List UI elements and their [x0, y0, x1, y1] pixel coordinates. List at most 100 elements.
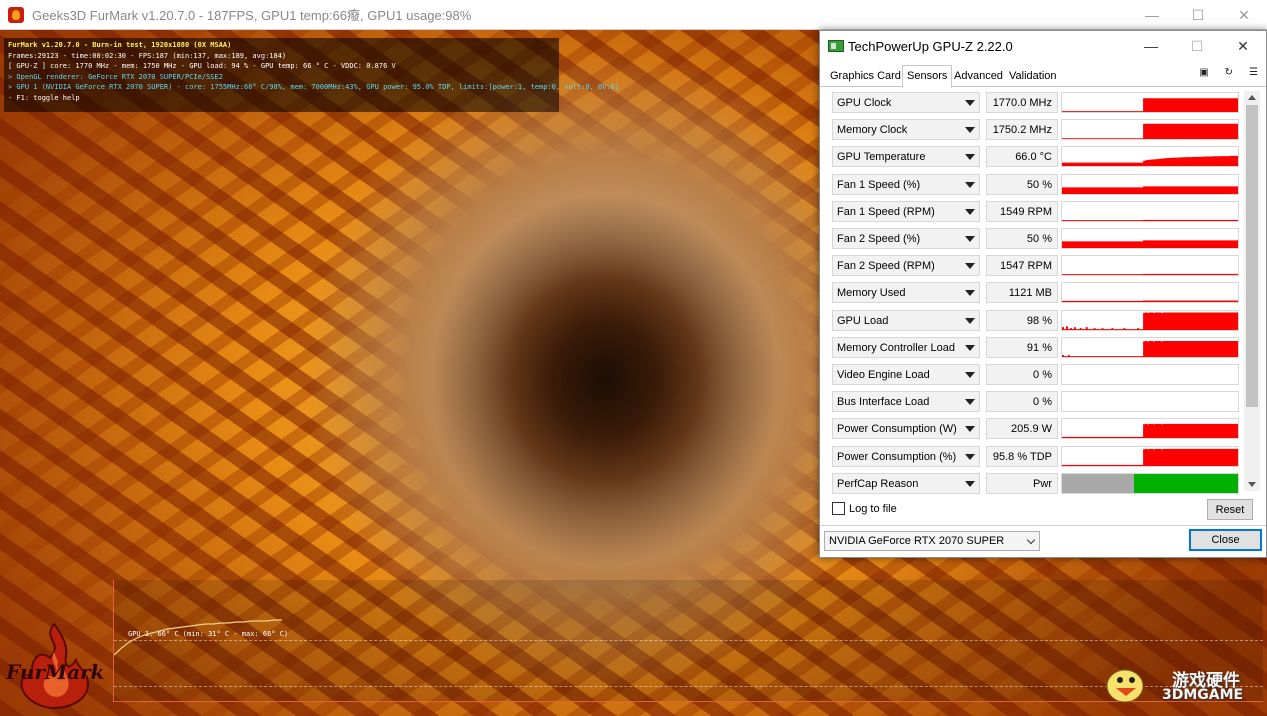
sensor-value: 1549 RPM	[986, 201, 1058, 222]
sensor-scrollbar[interactable]	[1244, 91, 1260, 491]
gpu-temperature-graph: GPU 1: 66° C (min: 31° C - max: 66° C)	[113, 580, 1263, 702]
sensor-graph-svg	[1062, 240, 1238, 248]
dropdown-arrow-icon	[965, 454, 975, 460]
close-icon[interactable]: ✕	[1221, 0, 1267, 30]
camera-icon[interactable]: ▣	[1199, 67, 1208, 78]
tab-sensors[interactable]: Sensors	[902, 65, 953, 88]
tab-graphics-card[interactable]: Graphics Card	[826, 67, 905, 87]
close-icon[interactable]: ✕	[1220, 31, 1266, 61]
sensor-row: GPU Temperature 66.0 °C	[830, 145, 1248, 169]
tab-advanced[interactable]: Advanced	[950, 67, 1007, 87]
sensor-graph-svg	[1062, 365, 1238, 384]
sensor-name-dropdown[interactable]: GPU Load	[832, 310, 980, 331]
sensor-row: GPU Load 98 %	[830, 309, 1248, 333]
overlay-line: - F1: toggle help	[8, 93, 80, 102]
sensor-history-graph	[1061, 473, 1239, 494]
scroll-up-icon[interactable]	[1248, 95, 1256, 100]
sensor-history-graph	[1061, 146, 1239, 167]
sensor-name-dropdown[interactable]: Power Consumption (W)	[832, 418, 980, 439]
sensor-graph-svg	[1062, 392, 1238, 411]
sensor-name: Memory Controller Load	[837, 342, 955, 354]
gpuz-app-icon	[828, 40, 844, 52]
graph-gridline	[114, 640, 1263, 641]
temperature-line-svg	[114, 619, 282, 656]
minimize-icon[interactable]: —	[1128, 31, 1174, 61]
scroll-down-icon[interactable]	[1248, 482, 1256, 487]
sensor-row: Video Engine Load 0 %	[830, 363, 1248, 387]
dropdown-arrow-icon	[965, 209, 975, 215]
temperature-line	[114, 619, 282, 656]
sensor-name-dropdown[interactable]: GPU Temperature	[832, 146, 980, 167]
maximize-icon[interactable]: ☐	[1174, 31, 1220, 61]
sensor-value: 98 %	[986, 310, 1058, 331]
sensor-history-area	[1062, 123, 1238, 139]
sensor-history-graph	[1061, 337, 1239, 358]
sensor-name-dropdown[interactable]: Fan 1 Speed (RPM)	[832, 201, 980, 222]
sensor-history-graph	[1061, 282, 1239, 303]
gpu-select-dropdown[interactable]: NVIDIA GeForce RTX 2070 SUPER	[824, 531, 1040, 551]
log-to-file-option[interactable]: Log to file	[832, 502, 897, 515]
sensor-name-dropdown[interactable]: Bus Interface Load	[832, 391, 980, 412]
scrollbar-thumb[interactable]	[1246, 105, 1258, 407]
sensor-name: Power Consumption (W)	[837, 423, 957, 435]
sensor-name-dropdown[interactable]: PerfCap Reason	[832, 473, 980, 494]
dropdown-arrow-icon	[965, 263, 975, 269]
sensor-name: Memory Clock	[837, 124, 908, 136]
furmark-window-controls: — ☐ ✕	[1129, 0, 1267, 30]
sensor-graph-svg	[1062, 341, 1238, 357]
reset-button[interactable]: Reset	[1207, 499, 1253, 520]
sensor-row: Power Consumption (W) 205.9 W	[830, 417, 1248, 441]
sensor-graph-svg	[1062, 186, 1238, 194]
sensor-history-area	[1062, 186, 1238, 194]
sensor-graph-svg	[1062, 273, 1238, 275]
perfcap-idle-segment	[1062, 474, 1134, 493]
dropdown-arrow-icon	[965, 290, 975, 296]
furmark-app-icon	[8, 6, 24, 23]
maximize-icon[interactable]: ☐	[1175, 0, 1221, 30]
close-button[interactable]: Close	[1189, 529, 1262, 551]
refresh-icon[interactable]: ↻	[1225, 67, 1233, 78]
chevron-down-icon	[1026, 535, 1036, 545]
log-to-file-checkbox[interactable]	[832, 502, 845, 515]
sensor-name: Bus Interface Load	[837, 396, 930, 408]
sensor-graph-svg	[1062, 98, 1238, 112]
overlay-line: > OpenGL renderer: GeForce RTX 2070 SUPE…	[8, 72, 223, 81]
sensor-name-dropdown[interactable]: Memory Controller Load	[832, 337, 980, 358]
sensor-name-dropdown[interactable]: Memory Used	[832, 282, 980, 303]
sensor-value: 1770.0 MHz	[986, 92, 1058, 113]
gpuz-titlebar[interactable]: TechPowerUp GPU-Z 2.22.0 — ☐ ✕	[820, 31, 1266, 61]
sensor-history-area	[1062, 312, 1238, 330]
gpuz-window-controls: — ☐ ✕	[1128, 31, 1266, 61]
menu-icon[interactable]: ☰	[1249, 67, 1258, 78]
sensor-name-dropdown[interactable]: Fan 2 Speed (RPM)	[832, 255, 980, 276]
tab-validation[interactable]: Validation	[1005, 67, 1061, 87]
furmark-logo-text: FurMark	[6, 660, 105, 684]
dropdown-arrow-icon	[965, 182, 975, 188]
sensor-history-graph	[1061, 92, 1239, 113]
sensor-row: Memory Used 1121 MB	[830, 281, 1248, 305]
sensor-name-dropdown[interactable]: GPU Clock	[832, 92, 980, 113]
sensor-value: 0 %	[986, 364, 1058, 385]
sensor-history-graph	[1061, 119, 1239, 140]
sensor-value: 91 %	[986, 337, 1058, 358]
sensor-name-dropdown[interactable]: Memory Clock	[832, 119, 980, 140]
furmark-titlebar[interactable]: Geeks3D FurMark v1.20.7.0 - 187FPS, GPU1…	[0, 0, 1267, 30]
sensor-history-graph	[1061, 255, 1239, 276]
sensor-name-dropdown[interactable]: Fan 1 Speed (%)	[832, 174, 980, 195]
sensor-name-dropdown[interactable]: Power Consumption (%)	[832, 446, 980, 467]
sensor-history-graph	[1061, 446, 1239, 467]
sensor-name: Video Engine Load	[837, 369, 930, 381]
sensor-value: 205.9 W	[986, 418, 1058, 439]
minimize-icon[interactable]: —	[1129, 0, 1175, 30]
sensor-name-dropdown[interactable]: Fan 2 Speed (%)	[832, 228, 980, 249]
sensor-name: Memory Used	[837, 287, 906, 299]
sensor-value: 50 %	[986, 174, 1058, 195]
overlay-line: Frames:29123 - time:00:02:30 - FPS:187 (…	[8, 51, 287, 60]
sensor-graph-svg	[1062, 123, 1238, 139]
sensor-name: Fan 2 Speed (RPM)	[837, 260, 935, 272]
sensor-history-graph	[1061, 391, 1239, 412]
sensor-name-dropdown[interactable]: Video Engine Load	[832, 364, 980, 385]
graph-gridline	[114, 686, 1263, 687]
sensor-history-area	[1062, 300, 1238, 302]
dropdown-arrow-icon	[965, 318, 975, 324]
